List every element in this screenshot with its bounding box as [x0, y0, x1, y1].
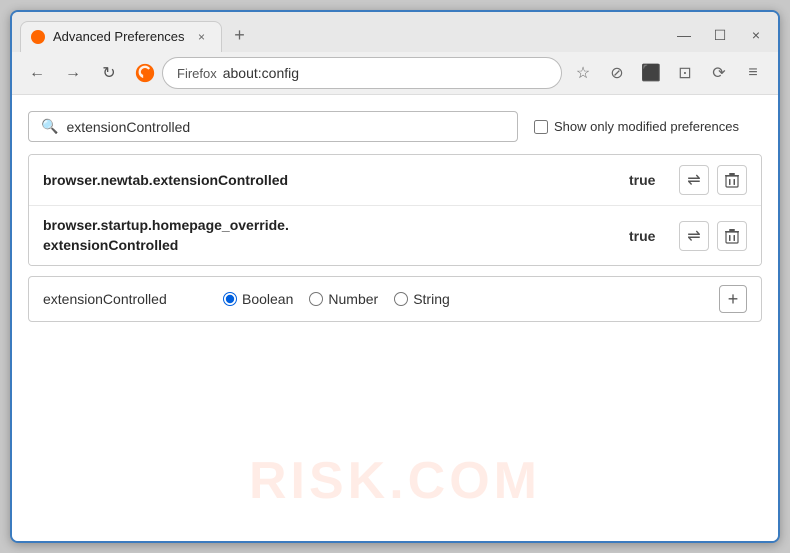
pref-name-2: browser.startup.homepage_override.extens… — [43, 216, 619, 255]
delete-button-2[interactable] — [717, 221, 747, 251]
number-radio-item: Number — [309, 291, 378, 307]
number-radio[interactable] — [309, 292, 323, 306]
close-button[interactable]: × — [742, 21, 770, 49]
row-1-actions: ⇌ — [679, 165, 747, 195]
watermark: RISK.COM — [249, 451, 541, 511]
delete-button-1[interactable] — [717, 165, 747, 195]
new-tab-button[interactable]: + — [226, 21, 254, 49]
results-table: browser.newtab.extensionControlled true … — [28, 154, 762, 266]
string-label: String — [413, 291, 450, 307]
address-bar[interactable]: Firefox about:config — [162, 57, 562, 89]
bookmark-button[interactable]: ☆ — [568, 58, 598, 88]
address-text: about:config — [223, 65, 547, 81]
tab-title: Advanced Preferences — [53, 29, 185, 44]
extension-button[interactable]: ⬛ — [636, 58, 666, 88]
firefox-logo-icon — [134, 62, 156, 84]
nav-icons: ☆ ⊘ ⬛ ⊡ ⟳ ≡ — [568, 58, 768, 88]
show-modified-label: Show only modified preferences — [554, 119, 739, 134]
string-radio-item: String — [394, 291, 450, 307]
shield-button[interactable]: ⊡ — [670, 58, 700, 88]
pref-value-1: true — [629, 172, 669, 188]
pref-name-1: browser.newtab.extensionControlled — [43, 172, 619, 188]
nav-bar: ← → ↻ Firefox about:config ☆ ⊘ ⬛ ⊡ ⟳ ≡ — [12, 52, 778, 95]
pocket-button[interactable]: ⊘ — [602, 58, 632, 88]
pref-value-2: true — [629, 228, 669, 244]
boolean-label: Boolean — [242, 291, 293, 307]
number-label: Number — [328, 291, 378, 307]
show-modified-container: Show only modified preferences — [534, 119, 739, 134]
forward-button[interactable]: → — [58, 58, 88, 88]
tab-close-button[interactable]: × — [193, 28, 211, 46]
row-2-actions: ⇌ — [679, 221, 747, 251]
trash-icon — [725, 172, 739, 188]
search-input-wrapper: 🔍 — [28, 111, 518, 142]
title-bar: Advanced Preferences × + — ☐ × — [12, 12, 778, 52]
add-pref-row: extensionControlled Boolean Number Strin… — [28, 276, 762, 322]
string-radio[interactable] — [394, 292, 408, 306]
tab-favicon — [31, 30, 45, 44]
table-row: browser.newtab.extensionControlled true … — [29, 155, 761, 206]
add-pref-button[interactable]: + — [719, 285, 747, 313]
show-modified-checkbox[interactable] — [534, 120, 548, 134]
new-pref-name: extensionControlled — [43, 291, 203, 307]
swap-button-1[interactable]: ⇌ — [679, 165, 709, 195]
browser-brand: Firefox — [177, 66, 217, 81]
maximize-button[interactable]: ☐ — [706, 21, 734, 49]
window-controls: — ☐ × — [670, 21, 770, 49]
back-button[interactable]: ← — [22, 58, 52, 88]
boolean-radio-item: Boolean — [223, 291, 293, 307]
search-icon: 🔍 — [41, 118, 58, 135]
search-container: 🔍 Show only modified preferences — [28, 111, 762, 142]
type-radio-group: Boolean Number String — [223, 291, 450, 307]
table-row: browser.startup.homepage_override.extens… — [29, 206, 761, 265]
sync-button[interactable]: ⟳ — [704, 58, 734, 88]
browser-window: Advanced Preferences × + — ☐ × ← → ↻ Fir… — [10, 10, 780, 543]
refresh-button[interactable]: ↻ — [94, 58, 124, 88]
active-tab[interactable]: Advanced Preferences × — [20, 21, 222, 52]
search-input[interactable] — [66, 119, 505, 135]
minimize-button[interactable]: — — [670, 21, 698, 49]
menu-button[interactable]: ≡ — [738, 58, 768, 88]
swap-button-2[interactable]: ⇌ — [679, 221, 709, 251]
content-area: RISK.COM 🔍 Show only modified preference… — [12, 95, 778, 541]
trash-icon — [725, 228, 739, 244]
boolean-radio[interactable] — [223, 292, 237, 306]
